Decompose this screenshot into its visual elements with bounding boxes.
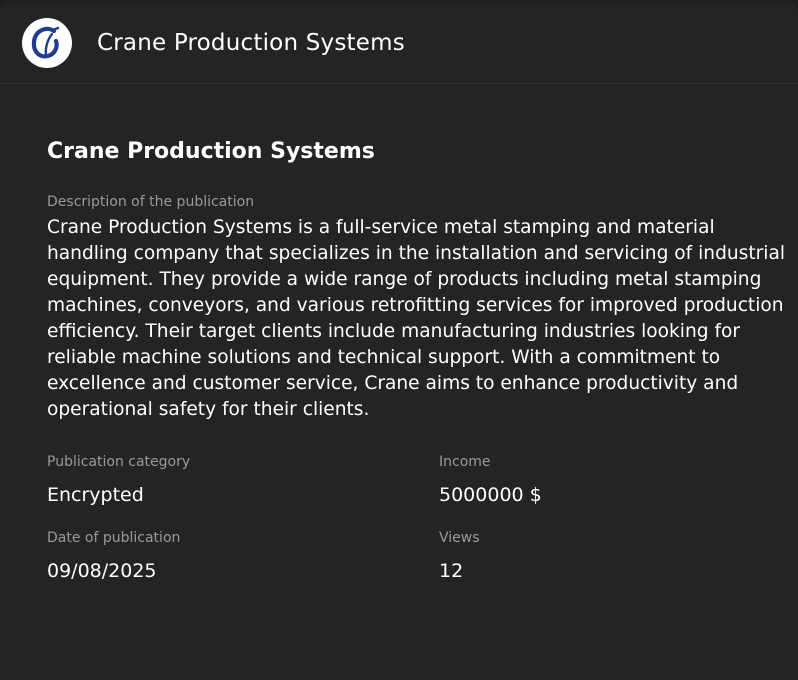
crane-logo-graphic	[31, 26, 60, 59]
category-field: Publication category Encrypted	[47, 453, 439, 507]
category-value: Encrypted	[47, 484, 144, 506]
publication-fields: Publication category Encrypted Income 50…	[47, 453, 786, 583]
income-value: 5000000 $	[439, 484, 542, 506]
description-label: Description of the publication	[47, 194, 255, 210]
views-field: Views 12	[439, 529, 739, 583]
card-header: Crane Production Systems	[0, 3, 798, 84]
views-value: 12	[439, 560, 464, 582]
views-label: Views	[439, 530, 480, 546]
description-text: Crane Production Systems is a full-servi…	[47, 217, 786, 420]
publication-details: Crane Production Systems Description of …	[0, 138, 798, 583]
header-title: Crane Production Systems	[97, 30, 405, 56]
date-field: Date of publication 09/08/2025	[47, 529, 439, 583]
publication-card: Crane Production Systems Crane Productio…	[0, 3, 798, 680]
crane-logo-icon	[22, 18, 72, 68]
publication-title: Crane Production Systems	[47, 139, 375, 164]
category-label: Publication category	[47, 454, 191, 470]
date-value: 09/08/2025	[47, 560, 157, 582]
income-label: Income	[439, 454, 491, 470]
date-label: Date of publication	[47, 530, 181, 546]
income-field: Income 5000000 $	[439, 453, 739, 507]
